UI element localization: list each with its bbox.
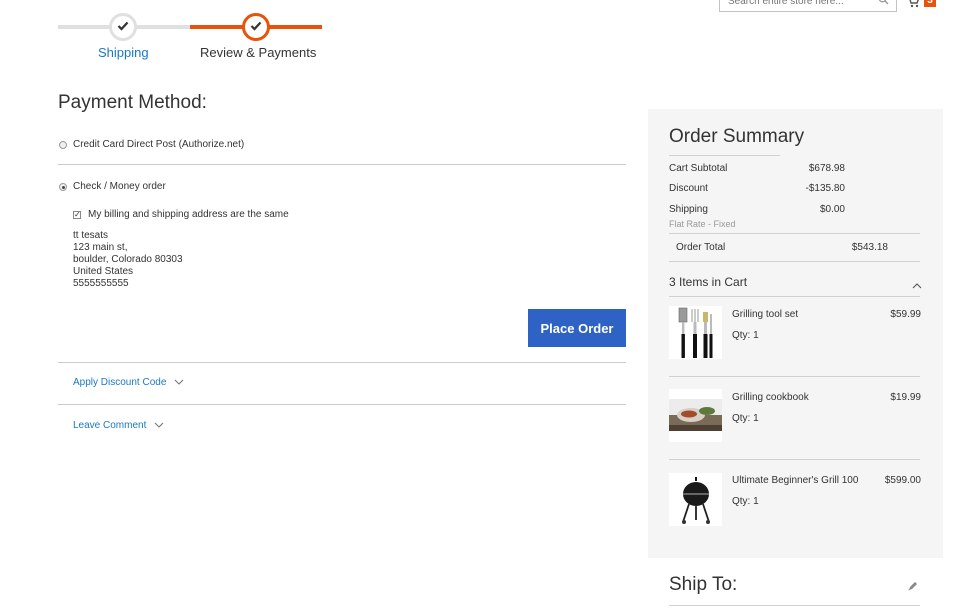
chevron-down-icon — [154, 420, 164, 431]
search-input[interactable] — [720, 0, 870, 11]
divider — [669, 459, 920, 460]
item-name: Grilling tool set — [732, 309, 799, 320]
same-address-label[interactable]: My billing and shipping address are the … — [88, 209, 289, 220]
checkmark-icon — [117, 21, 129, 34]
shipping-method-note: Flat Rate - Fixed — [669, 219, 736, 229]
address-line: United States — [73, 266, 134, 277]
check-money-order-label[interactable]: Check / Money order — [73, 181, 166, 192]
search-box[interactable] — [719, 0, 897, 12]
divider — [669, 605, 920, 606]
step-review-label: Review & Payments — [200, 45, 317, 60]
credit-card-radio[interactable] — [59, 141, 67, 149]
step-shipping-marker[interactable] — [109, 13, 137, 41]
cart-icon — [906, 0, 920, 11]
order-total-value: $543.18 — [851, 242, 888, 253]
search-icon[interactable] — [878, 0, 889, 8]
item-thumbnail-cookbook — [669, 389, 722, 442]
item-price: $19.99 — [890, 392, 921, 403]
step-review-marker — [242, 13, 270, 41]
address-line: 5555555555 — [73, 278, 129, 289]
kettle-grill-image — [681, 476, 710, 524]
item-name: Ultimate Beginner's Grill 100 — [732, 475, 859, 486]
subtotal-label: Cart Subtotal — [669, 163, 728, 174]
item-qty: Qty: 1 — [732, 330, 759, 341]
chevron-down-icon — [174, 377, 184, 388]
shipping-label: Shipping — [669, 204, 708, 215]
item-name: Grilling cookbook — [732, 392, 809, 403]
checkmark-icon — [250, 21, 262, 34]
order-total-label: Order Total — [676, 242, 726, 253]
item-price: $599.00 — [884, 475, 921, 486]
step-shipping-link[interactable]: Shipping — [98, 45, 149, 60]
payment-method-title: Payment Method: — [58, 92, 207, 113]
subtotal-value: $678.98 — [808, 163, 845, 174]
apply-discount-label: Apply Discount Code — [73, 377, 167, 388]
item-price: $59.99 — [890, 309, 921, 320]
pencil-icon[interactable] — [907, 581, 918, 595]
chevron-up-icon — [912, 280, 922, 292]
order-summary-title: Order Summary — [669, 126, 805, 147]
apply-discount-toggle[interactable]: Apply Discount Code — [73, 377, 184, 388]
address-line: tt tesats — [73, 230, 109, 241]
leave-comment-label: Leave Comment — [73, 420, 147, 431]
address-line: boulder, Colorado 80303 — [73, 254, 183, 265]
divider — [58, 164, 626, 165]
items-in-cart-title: 3 Items in Cart — [669, 275, 748, 289]
divider — [58, 362, 626, 363]
divider — [669, 233, 920, 234]
divider — [669, 155, 780, 156]
leave-comment-toggle[interactable]: Leave Comment — [73, 420, 164, 431]
cookbook-image — [669, 399, 722, 431]
shipping-value: $0.00 — [819, 204, 845, 215]
check-money-order-radio[interactable] — [59, 183, 67, 191]
credit-card-label[interactable]: Credit Card Direct Post (Authorize.net) — [73, 139, 244, 150]
divider — [58, 404, 626, 405]
discount-label: Discount — [669, 183, 708, 194]
minicart-button[interactable]: 3 — [906, 0, 944, 10]
address-line: 123 main st, — [73, 242, 128, 253]
place-order-button[interactable]: Place Order — [528, 309, 626, 347]
grill-tools-image — [678, 307, 712, 358]
item-thumbnail-tool-set — [669, 306, 722, 359]
divider — [669, 376, 920, 377]
same-address-checkbox[interactable]: ✓ — [73, 211, 81, 219]
item-thumbnail-grill — [669, 473, 722, 526]
item-qty: Qty: 1 — [732, 413, 759, 424]
ship-to-title: Ship To: — [669, 574, 738, 595]
billing-address: tt tesats 123 main st, boulder, Colorado… — [73, 230, 183, 290]
divider — [669, 296, 920, 297]
divider — [669, 261, 920, 262]
discount-value: -$135.80 — [805, 183, 845, 194]
item-qty: Qty: 1 — [732, 496, 759, 507]
cart-count-badge: 3 — [924, 0, 936, 7]
